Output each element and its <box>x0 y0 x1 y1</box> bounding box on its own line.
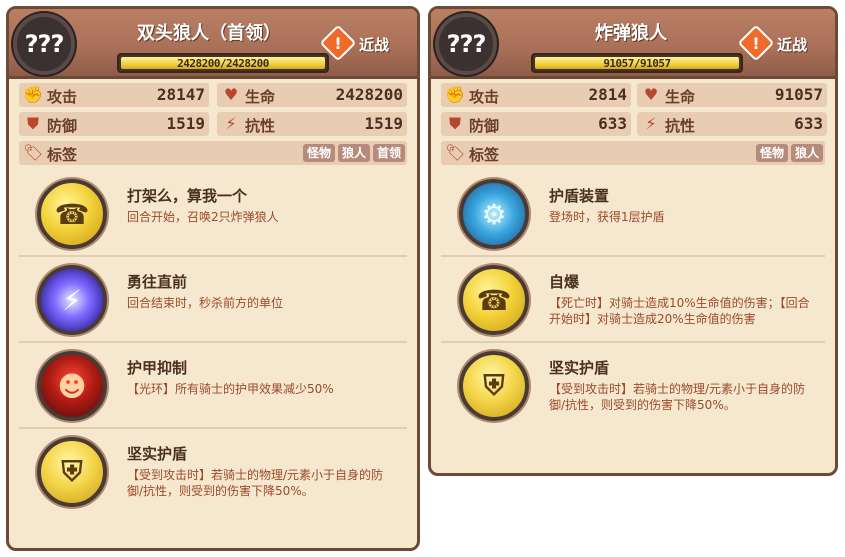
tag-chip: 狼人 <box>790 144 823 162</box>
phone-icon: ☎ <box>459 265 529 335</box>
shield-icon: ⛨ <box>459 351 529 421</box>
tags-label: 标签 <box>469 146 500 164</box>
stat-attack: ✊ 攻击 2814 <box>441 83 631 107</box>
stat-label: 抗性 <box>245 117 276 135</box>
tag-chip: 狼人 <box>337 144 370 162</box>
stat-value: 1519 <box>166 114 205 133</box>
stat-value: 28147 <box>156 85 205 104</box>
skills-list: ☎ 打架么，算我一个 回合开始，召唤2只炸弹狼人 ⚡ 勇往直前 回合结束时，秒杀… <box>19 171 407 515</box>
hp-fill: 2428200/2428200 <box>121 57 325 70</box>
fist-icon: ✊ <box>445 85 465 104</box>
skill-name: 坚实护盾 <box>127 445 188 463</box>
stats-panel: ✊ 攻击 28147 ♥ 生命 2428200 ⛊ 防御 1519 ⚡ 抗性 1… <box>19 83 407 167</box>
stat-value: 633 <box>794 114 823 133</box>
stat-attack: ✊ 攻击 28147 <box>19 83 209 107</box>
hp-fill: 91057/91057 <box>535 57 739 70</box>
attack-type-label: 近战 <box>359 36 390 54</box>
stats-panel: ✊ 攻击 2814 ♥ 生命 91057 ⛊ 防御 633 ⚡ 抗性 633 🏷… <box>441 83 827 167</box>
skill-name: 护甲抑制 <box>127 359 188 377</box>
skill-item[interactable]: ⛨ 坚实护盾 【受到攻击时】若骑士的物理/元素小于自身的防御/抗性，则受到的伤害… <box>19 429 407 515</box>
skill-item[interactable]: ⚡ 勇往直前 回合结束时，秒杀前方的单位 <box>19 257 407 343</box>
tags-row: 🏷 标签 怪物 狼人 首领 <box>19 141 407 165</box>
lightning-icon: ⚡ <box>645 114 657 133</box>
skill-desc: 【受到攻击时】若骑士的物理/元素小于自身的防御/抗性，则受到的伤害下降50%。 <box>127 468 384 498</box>
skill-desc: 回合开始，召唤2只炸弹狼人 <box>127 210 279 224</box>
enemy-name: 炸弹狼人 <box>595 23 667 44</box>
skill-name: 自爆 <box>549 273 580 291</box>
exclamation-icon: ! <box>752 33 760 53</box>
attack-type-indicator: ! 近战 <box>737 24 827 62</box>
skill-desc: 【死亡时】对骑士造成10%生命值的伤害；【回合开始时】对骑士造成20%生命值的伤… <box>549 296 810 326</box>
tag-icon: 🏷 <box>23 143 44 162</box>
slash-icon: ⚡ <box>37 265 107 335</box>
stat-label: 抗性 <box>665 117 696 135</box>
stat-value: 91057 <box>774 85 823 104</box>
tag-chip: 怪物 <box>302 144 335 162</box>
hp-bar: 91057/91057 <box>531 53 743 73</box>
unknown-badge: ??? <box>435 13 497 75</box>
stat-value: 2428200 <box>335 85 403 104</box>
stat-hp: ♥ 生命 91057 <box>637 83 827 107</box>
attack-type-label: 近战 <box>777 36 808 54</box>
stat-label: 攻击 <box>469 88 500 106</box>
tag-list: 怪物 狼人 <box>755 144 823 162</box>
skill-item[interactable]: ⛨ 坚实护盾 【受到攻击时】若骑士的物理/元素小于自身的防御/抗性，则受到的伤害… <box>441 343 825 429</box>
shield-stat-icon: ⛊ <box>448 114 461 133</box>
skill-desc: 登场时，获得1层护盾 <box>549 210 665 224</box>
stat-defense: ⛊ 防御 1519 <box>19 112 209 136</box>
stat-defense: ⛊ 防御 633 <box>441 112 631 136</box>
stat-label: 攻击 <box>47 88 78 106</box>
tag-chip: 怪物 <box>755 144 788 162</box>
gear-icon: ⚙ <box>459 179 529 249</box>
minion-card: ??? 炸弹狼人 91057/91057 ! 近战 ✊ 攻击 2814 ♥ 生命… <box>428 6 838 476</box>
shield-icon: ⛨ <box>37 437 107 507</box>
heart-icon: ♥ <box>223 85 239 104</box>
skill-name: 护盾装置 <box>549 187 610 205</box>
stat-label: 防御 <box>47 117 78 135</box>
skill-desc: 回合结束时，秒杀前方的单位 <box>127 296 284 310</box>
hp-bar: 2428200/2428200 <box>117 53 329 73</box>
skills-list: ⚙ 护盾装置 登场时，获得1层护盾 ☎ 自爆 【死亡时】对骑士造成10%生命值的… <box>441 171 825 429</box>
red-hood-icon: ☻ <box>37 351 107 421</box>
stat-value: 633 <box>598 114 627 133</box>
skill-item[interactable]: ⚙ 护盾装置 登场时，获得1层护盾 <box>441 171 825 257</box>
tags-row: 🏷 标签 怪物 狼人 <box>441 141 825 165</box>
stat-resist: ⚡ 抗性 633 <box>637 112 827 136</box>
shield-stat-icon: ⛊ <box>26 114 39 133</box>
card-header: ??? 炸弹狼人 91057/91057 ! 近战 <box>431 9 835 79</box>
stat-label: 生命 <box>245 88 276 106</box>
stat-hp: ♥ 生命 2428200 <box>217 83 407 107</box>
card-header: ??? 双头狼人（首领） 2428200/2428200 ! 近战 <box>9 9 417 79</box>
skill-name: 坚实护盾 <box>549 359 610 377</box>
stat-value: 1519 <box>364 114 403 133</box>
enemy-name: 双头狼人（首领） <box>137 23 281 44</box>
phone-icon: ☎ <box>37 179 107 249</box>
skill-item[interactable]: ☎ 自爆 【死亡时】对骑士造成10%生命值的伤害；【回合开始时】对骑士造成20%… <box>441 257 825 343</box>
tag-chip: 首领 <box>372 144 405 162</box>
tag-icon: 🏷 <box>445 143 466 162</box>
attack-type-indicator: ! 近战 <box>319 24 409 62</box>
tag-list: 怪物 狼人 首领 <box>302 144 405 162</box>
lightning-icon: ⚡ <box>225 114 237 133</box>
exclamation-icon: ! <box>334 33 342 53</box>
stat-value: 2814 <box>588 85 627 104</box>
stat-label: 防御 <box>469 117 500 135</box>
stat-label: 生命 <box>665 88 696 106</box>
stat-resist: ⚡ 抗性 1519 <box>217 112 407 136</box>
boss-card: ??? 双头狼人（首领） 2428200/2428200 ! 近战 ✊ 攻击 2… <box>6 6 420 551</box>
skill-desc: 【受到攻击时】若骑士的物理/元素小于自身的防御/抗性，则受到的伤害下降50%。 <box>549 382 806 412</box>
unknown-badge: ??? <box>13 13 75 75</box>
skill-item[interactable]: ☎ 打架么，算我一个 回合开始，召唤2只炸弹狼人 <box>19 171 407 257</box>
skill-item[interactable]: ☻ 护甲抑制 【光环】所有骑士的护甲效果减少50% <box>19 343 407 429</box>
skill-desc: 【光环】所有骑士的护甲效果减少50% <box>127 382 334 396</box>
tags-label: 标签 <box>47 146 78 164</box>
skill-name: 勇往直前 <box>127 273 188 291</box>
fist-icon: ✊ <box>23 85 43 104</box>
heart-icon: ♥ <box>643 85 659 104</box>
skill-name: 打架么，算我一个 <box>127 187 248 205</box>
